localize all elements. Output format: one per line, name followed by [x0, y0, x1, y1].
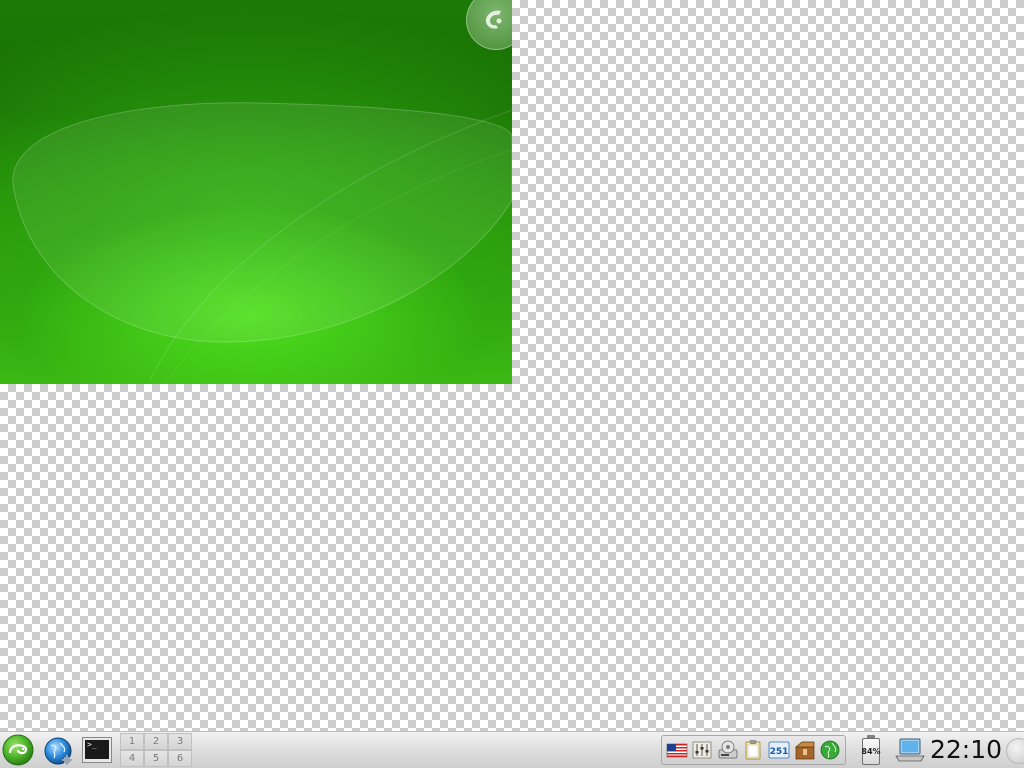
web-browser-launcher[interactable]	[42, 735, 74, 767]
terminal-launcher[interactable]: >_	[82, 737, 112, 763]
network-status[interactable]	[894, 736, 926, 764]
pager-desktop-2[interactable]: 2	[144, 733, 168, 750]
keyboard-layout-us-flag-icon[interactable]	[666, 739, 688, 761]
pager-desktop-5[interactable]: 5	[144, 750, 168, 767]
wallpaper[interactable]	[0, 0, 512, 384]
network-globe-icon[interactable]	[819, 739, 841, 761]
clipboard-icon[interactable]	[742, 739, 764, 761]
virtual-desktop-pager: 1 2 3 4 5 6	[120, 733, 192, 767]
battery-indicator[interactable]: 84%	[860, 734, 882, 766]
taskbar-panel: >_ 1 2 3 4 5 6 251 84% 22:10	[0, 731, 1024, 768]
audio-mixer-icon[interactable]	[691, 739, 713, 761]
package-installer-icon[interactable]	[794, 739, 816, 761]
network-laptop-icon	[895, 738, 925, 762]
opensuse-kickoff-icon	[2, 734, 34, 766]
wallpaper-swoosh	[12, 102, 512, 384]
terminal-prompt: >_	[87, 740, 97, 749]
battery-percent: 84%	[861, 747, 881, 756]
updates-count: 251	[770, 747, 789, 757]
terminal-icon: >_	[85, 740, 109, 759]
pager-desktop-1[interactable]: 1	[120, 733, 144, 750]
software-updates-icon[interactable]: 251	[768, 739, 790, 761]
digital-clock[interactable]: 22:10	[930, 734, 1002, 766]
system-tray: 251	[661, 735, 846, 765]
application-launcher-button[interactable]	[2, 734, 34, 766]
desktop[interactable]: >_ 1 2 3 4 5 6 251 84% 22:10	[0, 0, 1024, 768]
web-browser-globe-icon	[44, 737, 72, 765]
pager-desktop-4[interactable]: 4	[120, 750, 144, 767]
hardware-device-icon[interactable]	[717, 739, 739, 761]
panel-toolbox-icon[interactable]	[1006, 738, 1024, 764]
pager-desktop-3[interactable]: 3	[168, 733, 192, 750]
pager-desktop-6[interactable]: 6	[168, 750, 192, 767]
